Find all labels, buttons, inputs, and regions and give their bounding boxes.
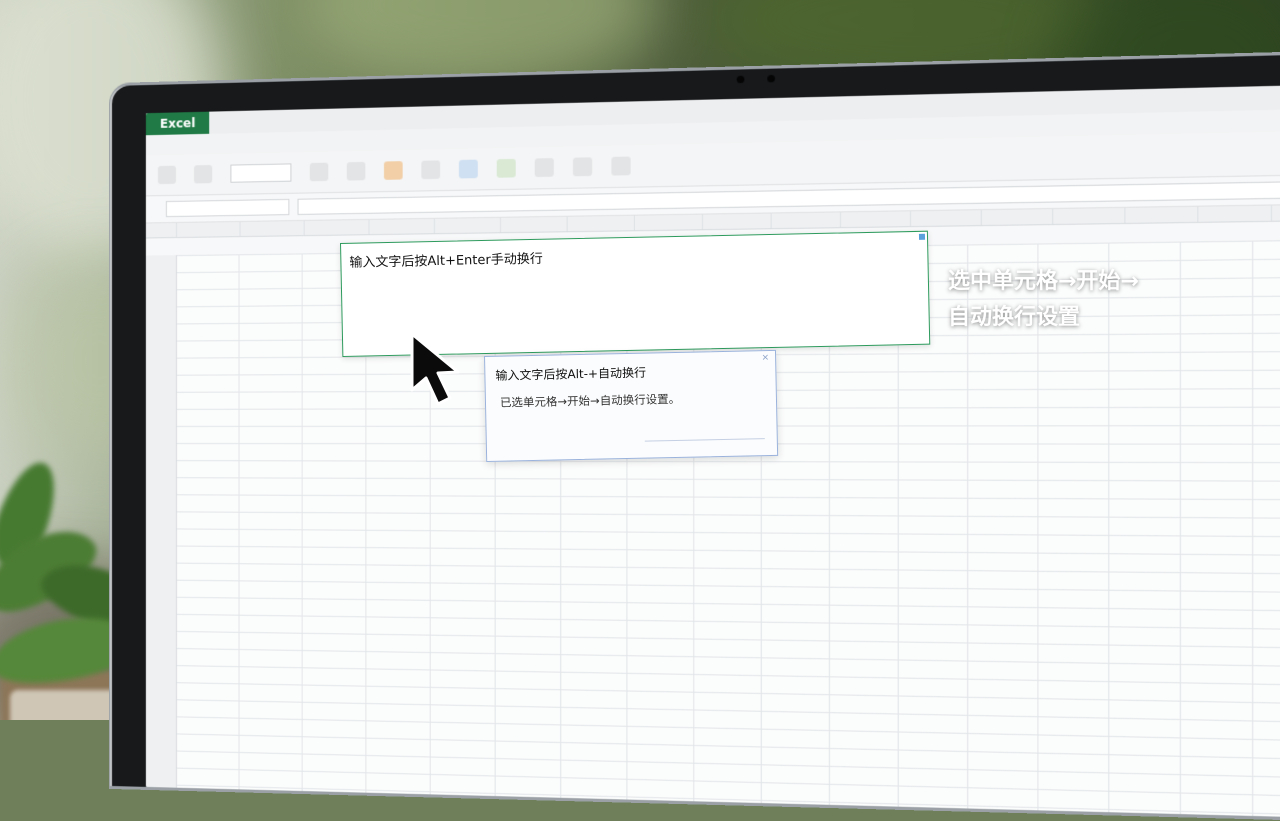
sort-icon[interactable] (611, 156, 631, 176)
hint-card-title: 输入文字后按Alt-+自动换行 (495, 365, 647, 383)
caption-line-2: 自动换行设置 (948, 305, 1081, 330)
divider (644, 438, 765, 442)
insert-icon[interactable] (572, 157, 593, 177)
italic-icon[interactable] (346, 161, 366, 181)
hint-card-body: 已选单元格→开始→自动换行设置。 (499, 391, 681, 410)
row-header (145, 255, 177, 788)
bold-icon[interactable] (309, 162, 329, 182)
wrap-text-icon[interactable] (458, 159, 478, 179)
hint-card-auto-wrap: × 输入文字后按Alt-+自动换行 已选单元格→开始→自动换行设置。 (484, 349, 779, 462)
selection-handle[interactable] (918, 233, 926, 240)
caption-overlay: 选中单元格→开始→ 自动换行设置 (948, 264, 1248, 336)
close-icon[interactable]: × (761, 353, 769, 363)
name-box[interactable] (165, 198, 290, 218)
excel-logo: Excel (145, 111, 210, 136)
cut-icon[interactable] (194, 164, 213, 184)
mouse-pointer-icon (410, 332, 460, 406)
font-select[interactable] (230, 163, 292, 183)
merge-icon[interactable] (496, 158, 516, 178)
fill-color-icon[interactable] (383, 161, 403, 180)
camera-icon (736, 75, 745, 84)
align-icon[interactable] (421, 160, 441, 180)
caption-line-1: 选中单元格→开始→ (948, 269, 1139, 294)
camera-icon (767, 74, 775, 83)
paste-icon[interactable] (157, 165, 176, 185)
hint-card-title: 输入文字后按Alt+Enter手动换行 (349, 251, 543, 271)
format-icon[interactable] (534, 158, 554, 178)
